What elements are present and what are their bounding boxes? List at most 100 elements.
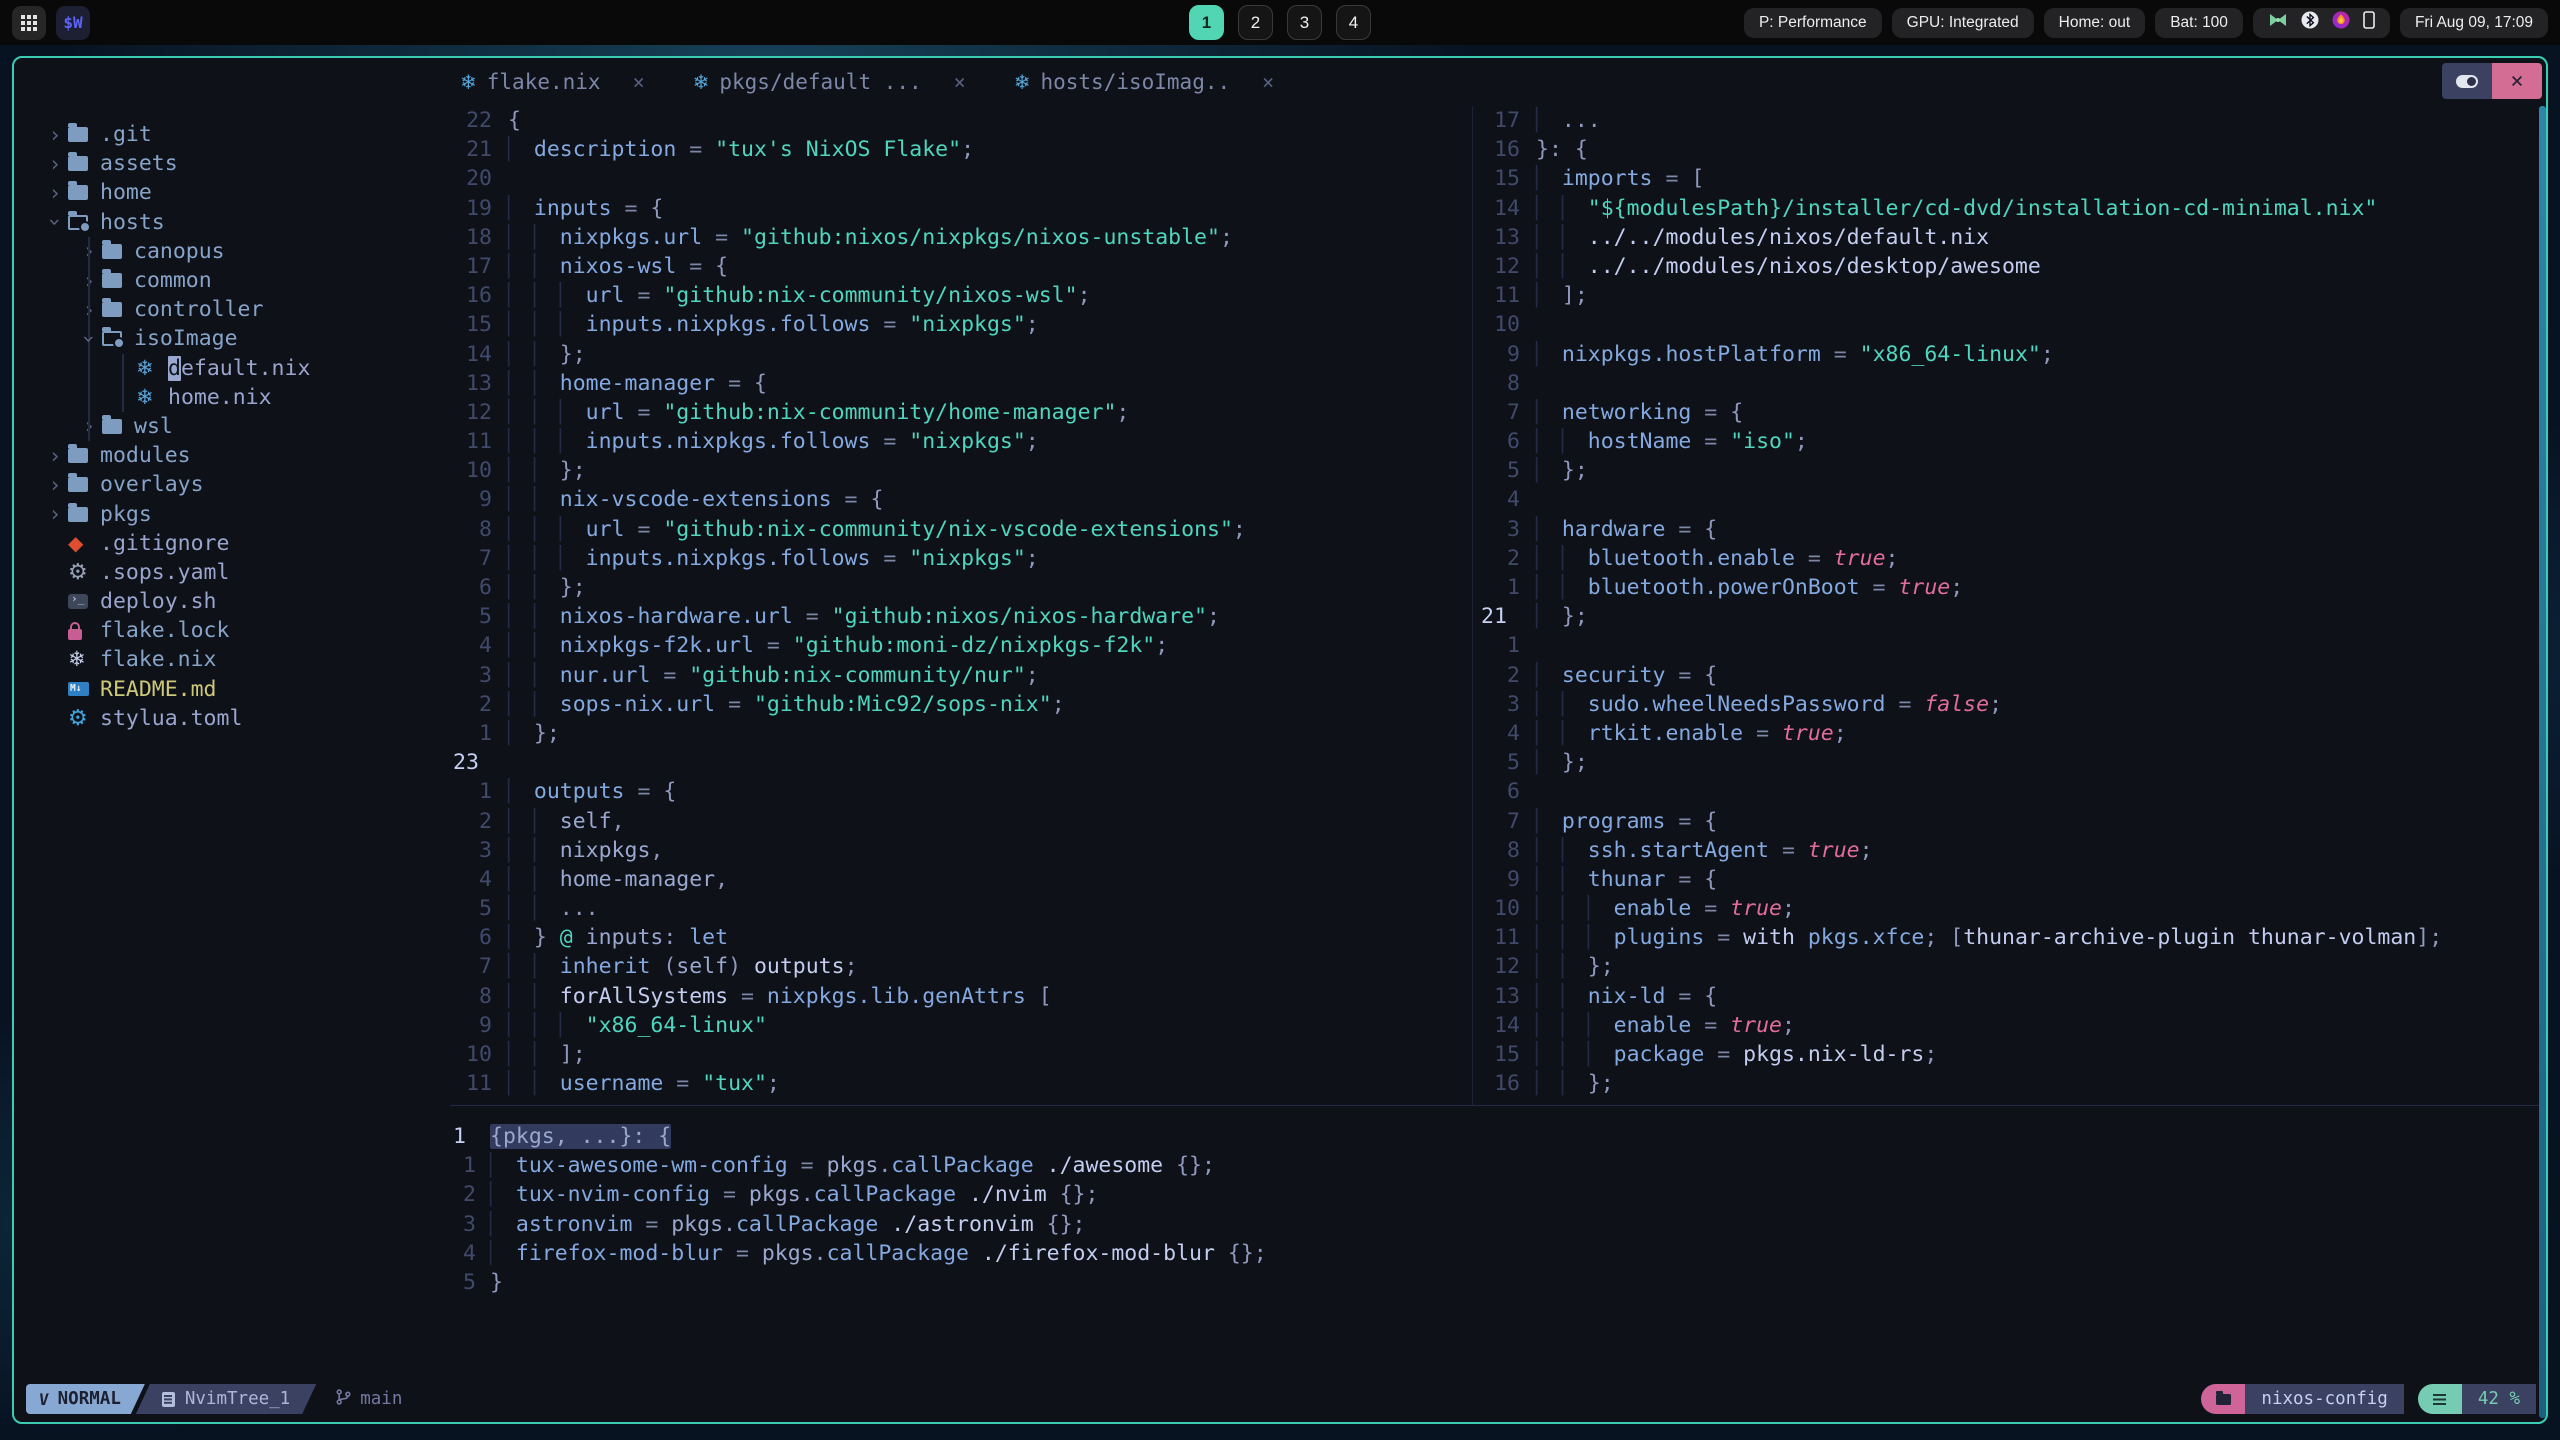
workspace-button-1[interactable]: 1 (1189, 5, 1224, 40)
tree-item-.gitignore[interactable]: .gitignore (14, 529, 450, 558)
wm-logo-button[interactable]: $W (56, 5, 90, 40)
code-line[interactable]: 2 ▏ ▏ sops-nix.url = "github:Mic92/sops-n… (450, 690, 1472, 719)
code-line[interactable]: 13 ▏ ▏ nix-ld = { (1478, 982, 2546, 1011)
code-line[interactable]: 7 ▏ ▏ inherit (self) outputs; (450, 952, 1472, 981)
code-line[interactable]: 9 ▏ ▏ ▏ "x86_64-linux" (450, 1011, 1472, 1040)
code-line[interactable]: 5} (450, 1268, 2546, 1297)
scrollbar[interactable] (2539, 106, 2546, 1418)
code-line[interactable]: 6 ▏ } @ inputs: let (450, 923, 1472, 952)
battery-pill[interactable]: Bat: 100 (2155, 7, 2243, 38)
chevron-icon[interactable]: › (42, 152, 68, 176)
code-line[interactable]: 7 ▏ programs = { (1478, 807, 2546, 836)
chevron-icon[interactable]: › (77, 326, 101, 352)
window-close-button[interactable]: × (2492, 63, 2542, 99)
tab-2[interactable]: ❄ pkgs/default ... × (693, 70, 966, 94)
chevron-icon[interactable]: › (42, 473, 68, 497)
code-line[interactable]: 16 ▏ ▏ ▏ url = "github:nix-community/nixo… (450, 281, 1472, 310)
network-icon[interactable] (2268, 12, 2288, 33)
clock[interactable]: Fri Aug 09, 17:09 (2399, 7, 2548, 38)
code-line[interactable]: 10 ▏ ▏ ▏ enable = true; (1478, 894, 2546, 923)
code-line[interactable]: 5 ▏ }; (1478, 456, 2546, 485)
code-line[interactable]: 22 { (450, 106, 1472, 135)
code-line[interactable]: 15 ▏ ▏ ▏ inputs.nixpkgs.follows = "nixpkg… (450, 310, 1472, 339)
tab-3[interactable]: ❄ hosts/isoImag.. × (1014, 70, 1274, 94)
workspace-button-3[interactable]: 3 (1287, 5, 1322, 40)
tree-item-canopus[interactable]: › canopus (14, 236, 450, 267)
close-icon[interactable]: × (954, 70, 966, 94)
code-line[interactable]: 5 ▏ ▏ nixos-hardware.url = "github:nixos/… (450, 602, 1472, 631)
app-launcher-button[interactable] (12, 5, 46, 40)
chevron-icon[interactable]: › (76, 414, 102, 438)
home-pill[interactable]: Home: out (2043, 7, 2146, 38)
code-line[interactable]: 4 ▏ ▏ rtkit.enable = true; (1478, 719, 2546, 748)
code-line[interactable]: 8 ▏ ▏ forAllSystems = nixpkgs.lib.genAttr… (450, 982, 1472, 1011)
code-line[interactable]: 15 ▏ imports = [ (1478, 164, 2546, 193)
tree-item-wsl[interactable]: › wsl (14, 411, 450, 442)
editor-main[interactable]: 22{21 ▏ description = "tux's NixOS Flake"… (450, 106, 1472, 1105)
close-icon[interactable]: × (633, 70, 645, 94)
tab-1[interactable]: ❄ flake.nix × (460, 70, 645, 94)
tree-item-stylua.toml[interactable]: stylua.toml (14, 704, 450, 733)
code-line[interactable]: 19 ▏ inputs = { (450, 194, 1472, 223)
code-line[interactable]: 1 ▏ }; (450, 719, 1472, 748)
code-line[interactable]: 17 ▏ ▏ nixos-wsl = { (450, 252, 1472, 281)
tree-item-flake.lock[interactable]: flake.lock (14, 616, 450, 645)
code-line[interactable]: 2 ▏ ▏ self, (450, 807, 1472, 836)
code-line[interactable]: 9 ▏ ▏ thunar = { (1478, 865, 2546, 894)
code-line[interactable]: 1 ▏ ▏ bluetooth.powerOnBoot = true; (1478, 573, 2546, 602)
code-line[interactable]: 23 (450, 748, 1472, 777)
code-line[interactable]: 7 ▏ networking = { (1478, 398, 2546, 427)
code-line[interactable]: 4 ▏ firefox-mod-blur = pkgs.callPackage .… (450, 1239, 2546, 1268)
code-line[interactable]: 2 ▏ tux-nvim-config = pkgs.callPackage ./… (450, 1180, 2546, 1209)
power-profile-pill[interactable]: P: Performance (1743, 7, 1882, 38)
chevron-icon[interactable]: › (76, 269, 102, 293)
tree-item-modules[interactable]: › modules (14, 441, 450, 470)
tree-item-home[interactable]: › home (14, 178, 450, 207)
code-line[interactable]: 10 ▏ ▏ ]; (450, 1040, 1472, 1069)
code-line[interactable]: 9 ▏ nixpkgs.hostPlatform = "x86_64-linux"… (1478, 340, 2546, 369)
code-line[interactable]: 8 ▏ ▏ ▏ url = "github:nix-community/nix-v… (450, 515, 1472, 544)
code-line[interactable]: 4 ▏ ▏ home-manager, (450, 865, 1472, 894)
code-line[interactable]: 21 ▏ description = "tux's NixOS Flake"; (450, 135, 1472, 164)
code-line[interactable]: 16 ▏ ▏ }; (1478, 1069, 2546, 1098)
tree-item-default.nix[interactable]: default.nix (14, 353, 450, 383)
window-toggle-button[interactable] (2442, 63, 2492, 99)
chevron-icon[interactable]: › (42, 502, 68, 526)
code-line[interactable]: 1 ▏ outputs = { (450, 777, 1472, 806)
code-line[interactable]: 17 ▏ ... (1478, 106, 2546, 135)
code-line[interactable]: 8 ▏ ▏ ssh.startAgent = true; (1478, 836, 2546, 865)
code-line[interactable]: 11 ▏ ▏ username = "tux"; (450, 1069, 1472, 1098)
code-line[interactable]: 21 ▏ }; (1478, 602, 2546, 631)
code-line[interactable]: 3 ▏ ▏ sudo.wheelNeedsPassword = false; (1478, 690, 2546, 719)
tree-item-home.nix[interactable]: home.nix (14, 382, 450, 413)
code-line[interactable]: 2 ▏ ▏ bluetooth.enable = true; (1478, 544, 2546, 573)
code-line[interactable]: 16}: { (1478, 135, 2546, 164)
chevron-icon[interactable]: › (43, 209, 67, 235)
tree-item-isoImage[interactable]: › isoImage (14, 324, 450, 354)
code-line[interactable]: 6 ▏ ▏ hostName = "iso"; (1478, 427, 2546, 456)
code-line[interactable]: 9 ▏ ▏ nix-vscode-extensions = { (450, 485, 1472, 514)
tree-item-overlays[interactable]: › overlays (14, 470, 450, 499)
editor-bottom[interactable]: 1 {pkgs, ...}: {1 ▏ tux-awesome-wm-config … (450, 1106, 2546, 1402)
editor-right[interactable]: 17 ▏ ... 16}: {15 ▏ imports = [14 ▏ ▏ "${mod… (1478, 106, 2546, 1105)
tree-item-.sops.yaml[interactable]: .sops.yaml (14, 558, 450, 587)
code-line[interactable]: 20 (450, 164, 1472, 193)
close-icon[interactable]: × (1262, 70, 1274, 94)
code-line[interactable]: 3 ▏ ▏ nur.url = "github:nix-community/nur… (450, 661, 1472, 690)
code-line[interactable]: 18 ▏ ▏ nixpkgs.url = "github:nixos/nixpkg… (450, 223, 1472, 252)
tree-item-controller[interactable]: › controller (14, 295, 450, 325)
gpu-pill[interactable]: GPU: Integrated (1891, 7, 2034, 38)
code-line[interactable]: 10 ▏ ▏ }; (450, 456, 1472, 485)
code-line[interactable]: 14 ▏ ▏ ▏ enable = true; (1478, 1011, 2546, 1040)
code-line[interactable]: 14 ▏ ▏ "${modulesPath}/installer/cd-dvd/i… (1478, 194, 2546, 223)
code-line[interactable]: 1 ▏ tux-awesome-wm-config = pkgs.callPack… (450, 1151, 2546, 1180)
code-line[interactable]: 12 ▏ ▏ ../../modules/nixos/desktop/awesom… (1478, 252, 2546, 281)
code-line[interactable]: 12 ▏ ▏ ▏ url = "github:nix-community/home… (450, 398, 1472, 427)
tree-item-pkgs[interactable]: › pkgs (14, 499, 450, 528)
chevron-icon[interactable]: › (42, 444, 68, 468)
tree-item-assets[interactable]: › assets (14, 149, 450, 178)
chevron-icon[interactable]: › (42, 123, 68, 147)
phone-icon[interactable] (2363, 11, 2375, 34)
code-line[interactable]: 10 (1478, 310, 2546, 339)
tree-item-README.md[interactable]: README.md (14, 675, 450, 704)
